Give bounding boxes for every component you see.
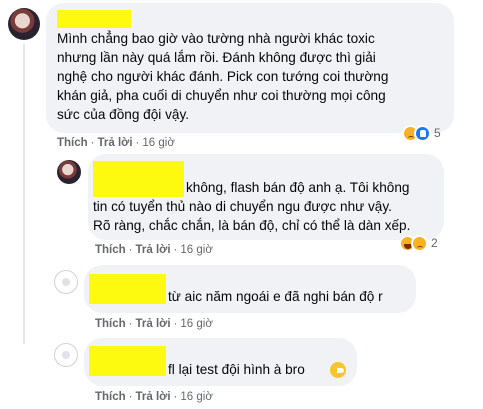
redacted-name: [89, 274, 166, 304]
thread-line: [23, 44, 25, 344]
like-link[interactable]: Thích: [57, 137, 88, 149]
timestamp[interactable]: 16 giờ: [142, 137, 174, 149]
grin-emoji-icon: [330, 362, 346, 378]
comment-actions: Thích · Trả lời · 16 giờ: [95, 318, 213, 330]
reply-link[interactable]: Trả lời: [136, 244, 171, 256]
redacted-name: [57, 10, 131, 28]
sad-reaction-icon: [411, 234, 428, 252]
commenter-avatar[interactable]: [8, 8, 40, 40]
like-reaction-icon: [414, 124, 431, 142]
reply-link[interactable]: Trả lời: [136, 318, 171, 330]
reply-link[interactable]: Trả lời: [136, 391, 171, 403]
like-link[interactable]: Thích: [95, 318, 126, 330]
like-link[interactable]: Thích: [95, 244, 126, 256]
timestamp[interactable]: 16 giờ: [180, 244, 212, 256]
reaction-summary[interactable]: 2: [399, 234, 438, 252]
commenter-avatar[interactable]: [54, 270, 78, 294]
comment-text: từ aic năm ngoái e đã nghi bán độ r: [168, 289, 383, 304]
comment-actions: Thích · Trả lời · 16 giờ: [57, 137, 175, 149]
reaction-count: 5: [434, 126, 441, 140]
reaction-summary[interactable]: 5: [402, 124, 441, 142]
timestamp[interactable]: 16 giờ: [180, 391, 212, 403]
commenter-avatar[interactable]: [57, 160, 81, 184]
like-link[interactable]: Thích: [95, 391, 126, 403]
comment-text: Mình chẳng bao giờ vào tường nhà người k…: [57, 31, 389, 122]
commenter-avatar[interactable]: [54, 343, 78, 367]
comment-text: không, flash bán độ anh ạ. Tôi không: [186, 180, 410, 195]
redacted-name: [93, 161, 184, 197]
comment-actions: Thích · Trả lời · 16 giờ: [95, 244, 213, 256]
comment-actions: Thích · Trả lời · 16 giờ: [95, 391, 213, 403]
timestamp[interactable]: 16 giờ: [180, 318, 212, 330]
reaction-count: 2: [431, 236, 438, 250]
comment-text: fl lại test đội hình à bro: [168, 362, 305, 377]
redacted-name: [89, 346, 166, 376]
comment-text: tin có tuyển thủ nào di chuyển ngu được …: [93, 199, 411, 233]
reply-link[interactable]: Trả lời: [98, 137, 133, 149]
